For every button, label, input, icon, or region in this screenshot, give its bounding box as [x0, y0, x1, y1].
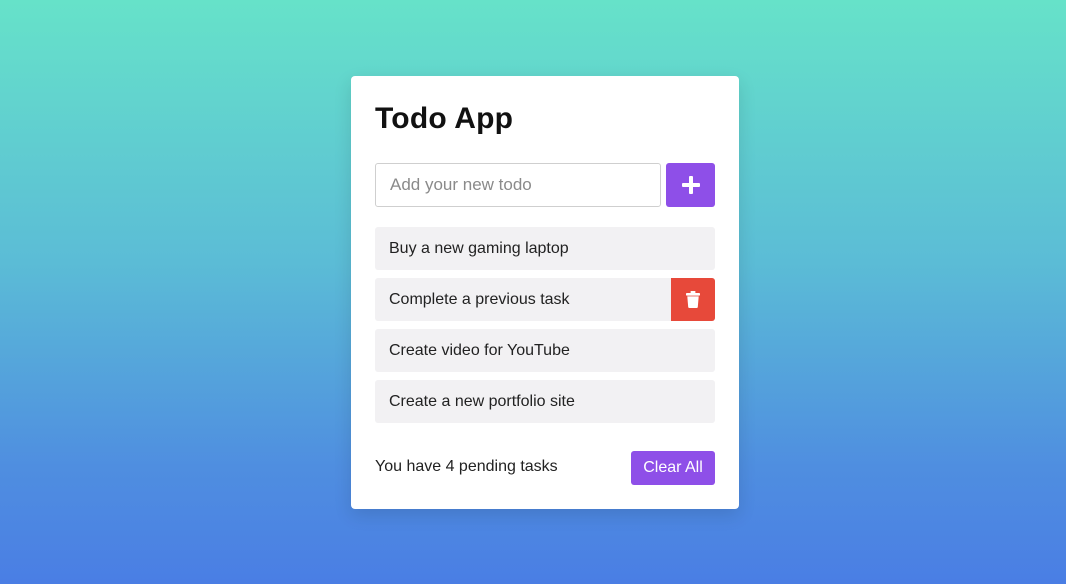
todo-item-label: Create video for YouTube [389, 342, 570, 359]
todo-item[interactable]: Create a new portfolio site [375, 380, 715, 423]
todo-input[interactable] [375, 163, 661, 207]
delete-todo-button[interactable] [671, 278, 715, 321]
page-title: Todo App [375, 102, 514, 135]
todo-item-label: Buy a new gaming laptop [389, 240, 569, 257]
add-todo-button[interactable] [666, 163, 715, 207]
todo-list: Buy a new gaming laptop Complete a previ… [375, 227, 715, 431]
todo-item[interactable]: Create video for YouTube [375, 329, 715, 372]
todo-card: Todo App Buy a new gaming laptop Complet… [351, 76, 739, 509]
todo-item-label: Complete a previous task [389, 291, 570, 308]
plus-icon [681, 176, 700, 194]
add-todo-row [375, 163, 715, 207]
pending-tasks-count: You have 4 pending tasks [375, 458, 558, 475]
todo-item-label: Create a new portfolio site [389, 393, 575, 410]
clear-all-button[interactable]: Clear All [631, 451, 715, 485]
trash-icon [686, 291, 700, 308]
todo-item[interactable]: Buy a new gaming laptop [375, 227, 715, 270]
todo-item[interactable]: Complete a previous task [375, 278, 715, 321]
